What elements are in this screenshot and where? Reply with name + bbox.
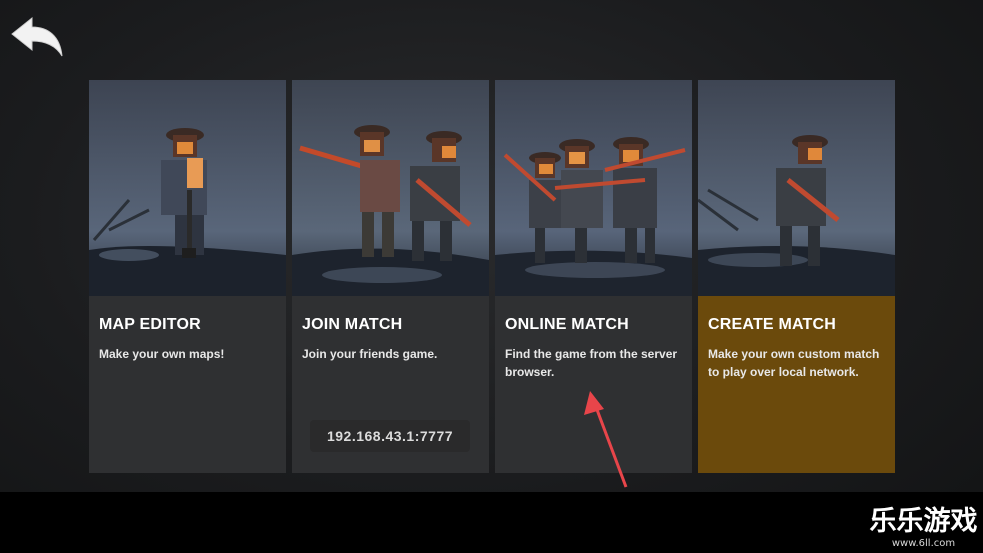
mode-cards: MAP EDITOR Make your own maps! JOIN MATC… [89,80,895,473]
create-match-card[interactable]: CREATE MATCH Make your own custom match … [698,80,895,473]
join-match-card[interactable]: JOIN MATCH Join your friends game. 192.1… [292,80,489,473]
map-editor-card[interactable]: MAP EDITOR Make your own maps! [89,80,286,473]
join-match-image [292,80,489,296]
create-match-image [698,80,895,296]
online-match-image [495,80,692,296]
card-description: Join your friends game. [302,347,438,361]
card-title: CREATE MATCH [708,316,837,333]
back-button[interactable] [8,12,68,64]
watermark-url: www.6ll.com [891,538,956,549]
bottom-black-bar [0,492,983,553]
card-description: Make your own custom match to play over … [708,347,880,379]
card-description: Make your own maps! [99,347,225,361]
back-arrow-icon [11,16,63,57]
card-title: ONLINE MATCH [505,316,629,333]
server-ip-address: 192.168.43.1:7777 [310,420,470,452]
card-description: Find the game from the server browser. [505,347,678,379]
map-editor-image [89,80,286,296]
watermark-title: 乐乐游戏 [869,506,978,537]
watermark: 乐乐游戏 www.6ll.com [866,506,981,552]
card-title: JOIN MATCH [302,316,403,333]
online-match-card[interactable]: ONLINE MATCH Find the game from the serv… [495,80,692,473]
card-title: MAP EDITOR [99,316,201,333]
